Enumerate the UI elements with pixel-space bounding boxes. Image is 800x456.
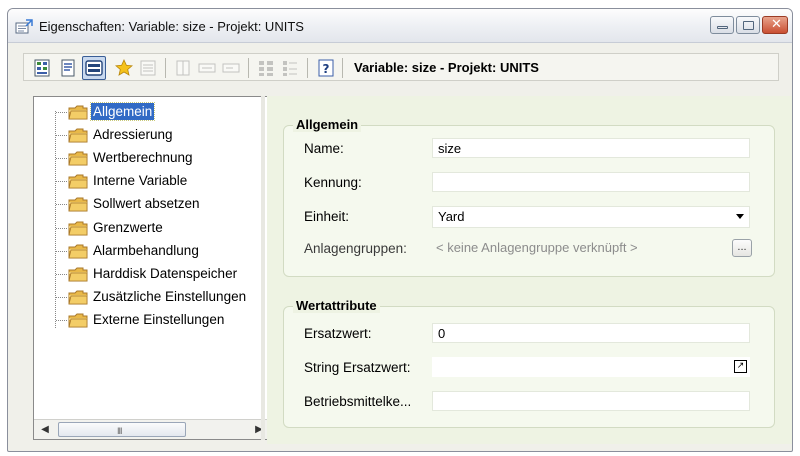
folder-icon [68, 105, 88, 120]
svg-text:?: ? [323, 62, 330, 76]
name-field[interactable]: size [432, 138, 750, 158]
einheit-label: Einheit: [304, 209, 350, 224]
favorites-star-icon[interactable] [114, 58, 134, 78]
tree-item-label: Interne Variable [93, 173, 188, 189]
maximize-button[interactable] [736, 16, 760, 34]
columns-icon[interactable] [256, 58, 276, 78]
group-allgemein: Allgemein Name: size Kennung: Einheit: Y… [283, 117, 775, 277]
tree-connector-line [55, 111, 56, 328]
folder-icon [68, 128, 88, 143]
tree-item-label: Wertberechnung [93, 150, 193, 166]
folder-icon [68, 313, 88, 328]
category-tree-pane: Allgemein Adressierung Wertberechnung Inter… [33, 96, 271, 440]
tree-icon[interactable] [280, 58, 300, 78]
group-wertattribute: Wertattribute Ersatzwert: 0 String Ersat… [283, 298, 775, 428]
expand-editor-icon[interactable]: ↗ [734, 360, 747, 373]
folder-icon [68, 244, 88, 259]
toolbar-separator [248, 58, 249, 78]
tree-connector [56, 158, 67, 160]
anlagengruppen-label: Anlagengruppen: [304, 241, 407, 256]
tree-item-label: Grenzwerte [93, 219, 163, 235]
properties-window: Eigenschaften: Variable: size - Projekt:… [7, 8, 793, 452]
tree-connector [56, 227, 67, 229]
ersatzwert-field[interactable]: 0 [432, 323, 750, 343]
toolbar-separator [307, 58, 308, 78]
grid-view-icon[interactable] [32, 58, 52, 78]
tree-item-label: Alarmbehandlung [93, 242, 199, 258]
kennung-label: Kennung: [304, 175, 362, 190]
anlagengruppen-browse-button[interactable]: ... [732, 239, 752, 257]
tree-connector [56, 112, 67, 113]
tree-connector [56, 181, 67, 183]
tree-item-label: Harddisk Datenspeicher [93, 265, 238, 281]
horizontal-scrollbar[interactable]: ◀ III ▶ [34, 419, 270, 439]
einheit-dropdown[interactable]: Yard [432, 206, 750, 228]
kennung-field[interactable] [432, 172, 750, 192]
scroll-left-arrow-icon[interactable]: ◀ [37, 422, 53, 438]
folder-icon [68, 221, 88, 235]
tree-item-label: Sollwert absetzen [93, 196, 200, 212]
string-ersatzwert-label: String Ersatzwert: [304, 360, 411, 375]
tree-connector [56, 204, 67, 206]
minimize-icon [717, 26, 728, 29]
help-icon[interactable]: ? [316, 58, 336, 78]
chevron-down-icon [736, 214, 744, 219]
folder-icon [68, 290, 88, 305]
tree-connector [56, 250, 67, 252]
tree-connector [56, 135, 67, 137]
window-title: Eigenschaften: Variable: size - Projekt:… [39, 19, 304, 34]
tree-item-label: Zusätzliche Einstellungen [93, 288, 247, 304]
tree-item-label: Adressierung [93, 127, 173, 143]
pane-splitter[interactable] [261, 96, 265, 440]
tree-connector [56, 296, 67, 298]
anlagengruppen-field: < keine Anlagengruppe verknüpft > [436, 240, 638, 255]
einheit-selected-value: Yard [438, 209, 465, 224]
title-bar[interactable]: Eigenschaften: Variable: size - Projekt:… [8, 9, 792, 43]
layout-icon-3[interactable] [221, 58, 241, 78]
ersatzwert-label: Ersatzwert: [304, 326, 372, 341]
name-label: Name: [304, 141, 344, 156]
betriebsmittel-field[interactable] [432, 391, 750, 411]
tree-item-label: Allgemein [89, 102, 156, 121]
folder-icon [68, 174, 88, 189]
close-button[interactable]: ✕ [762, 16, 788, 34]
toolbar-context-title: Variable: size - Projekt: UNITS [354, 60, 539, 75]
category-tree: Allgemein Adressierung Wertberechnung Inter… [34, 97, 270, 419]
string-ersatzwert-field[interactable]: ↗ [432, 357, 750, 377]
toolbar-separator [342, 58, 343, 78]
tree-connector [56, 319, 67, 321]
layout-icon-1[interactable] [173, 58, 193, 78]
window-controls: ✕ [710, 16, 788, 34]
folder-icon [68, 197, 88, 212]
layout-icon-2[interactable] [197, 58, 217, 78]
group-title-allgemein: Allgemein [293, 117, 362, 132]
minimize-button[interactable] [710, 16, 734, 34]
list-view-icon[interactable] [58, 58, 78, 78]
folder-icon [68, 267, 88, 282]
group-title-wertattribute: Wertattribute [293, 298, 380, 313]
close-icon: ✕ [771, 17, 782, 32]
folder-icon [68, 151, 88, 166]
properties-document-icon [15, 19, 33, 34]
properties-icon[interactable] [138, 58, 158, 78]
properties-content-pane: Allgemein Name: size Kennung: Einheit: Y… [267, 96, 792, 444]
tab-view-button[interactable] [82, 56, 106, 80]
betriebsmittel-label: Betriebsmittelke... [304, 394, 412, 409]
tab-view-icon [85, 60, 103, 76]
maximize-icon [743, 21, 754, 30]
tree-item-label: Externe Einstellungen [93, 311, 225, 327]
scrollbar-thumb[interactable]: III [58, 422, 186, 437]
tree-connector [56, 273, 67, 275]
scrollbar-grip: III [117, 426, 122, 436]
toolbar: ? Variable: size - Projekt: UNITS [23, 53, 779, 81]
toolbar-separator [165, 58, 166, 78]
